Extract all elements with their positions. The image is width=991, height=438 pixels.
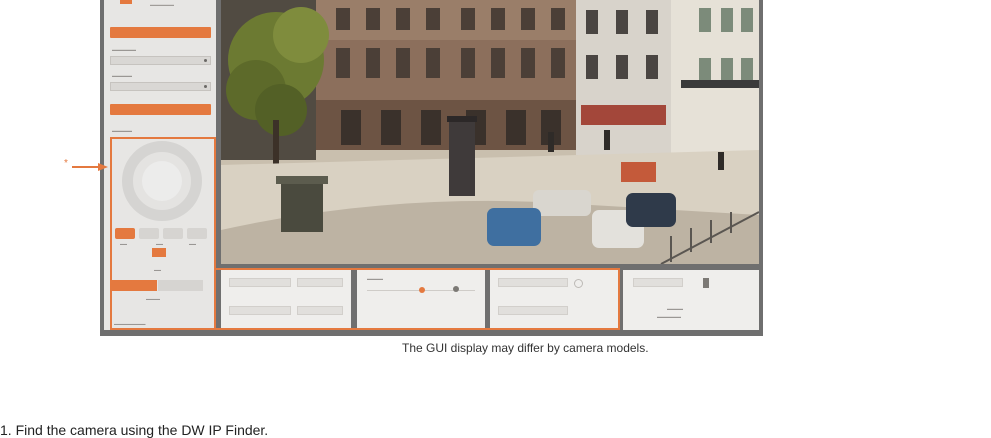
panel-icon — [703, 278, 709, 288]
arrow-right-icon — [72, 163, 108, 171]
chevron-down-icon — [204, 85, 207, 88]
panel-field[interactable] — [633, 278, 683, 287]
sidebar-secondary-button[interactable] — [110, 104, 211, 115]
panel-label: ▬▬▬▬ — [667, 306, 683, 311]
sidebar-field-label: ▬▬▬▬▬▬ — [112, 47, 136, 52]
figure-caption: The GUI display may differ by camera mod… — [402, 341, 649, 355]
chevron-down-icon — [204, 59, 207, 62]
live-video-view[interactable] — [221, 0, 759, 264]
sidebar-select-1[interactable] — [110, 56, 211, 65]
panel-highlight-box — [214, 268, 620, 330]
camera-feed-image — [221, 0, 759, 264]
sidebar-field-label: ▬▬▬▬▬ — [112, 73, 132, 78]
sidebar-primary-button[interactable] — [110, 27, 211, 38]
ptz-highlight-box — [110, 137, 216, 330]
instruction-step: 1. Find the camera using the DW IP Finde… — [0, 422, 269, 438]
panel-label: ▬▬▬▬▬▬ — [657, 314, 681, 319]
brand-logo: ▬▬▬▬▬▬ — [120, 0, 200, 10]
sidebar-select-2[interactable] — [110, 82, 211, 91]
ptz-section-label: ▬▬▬▬▬ — [112, 128, 132, 133]
bottom-panel-4: ▬▬▬▬ ▬▬▬▬▬▬ — [623, 270, 759, 330]
annotation-marker: * — [64, 158, 68, 169]
